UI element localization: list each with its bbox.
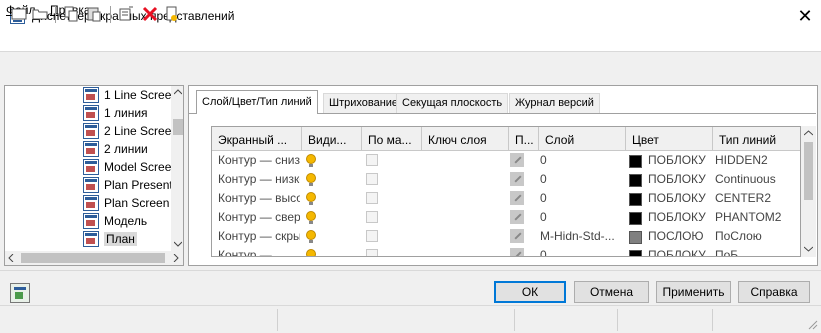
screen-view-icon <box>83 231 99 247</box>
screen-view-icon <box>83 213 99 229</box>
tab-hatching[interactable]: Штрихование <box>323 93 405 113</box>
checkbox[interactable] <box>366 211 378 223</box>
pen-icon[interactable] <box>510 191 524 205</box>
menu-bar <box>0 32 821 52</box>
column-header[interactable]: По ма... <box>362 127 422 151</box>
apply-button[interactable]: Применить <box>656 281 731 303</box>
pen-icon[interactable] <box>510 172 524 186</box>
column-header[interactable]: Слой <box>539 127 626 151</box>
tree-horizontal-scrollbar[interactable] <box>5 251 183 265</box>
cancel-button[interactable]: Отмена <box>574 281 649 303</box>
open-icon[interactable] <box>31 5 49 23</box>
tree-vertical-scrollbar[interactable] <box>171 86 183 251</box>
screen-view-icon[interactable] <box>10 283 30 303</box>
light-bulb-icon[interactable] <box>306 211 316 224</box>
scroll-down-icon[interactable] <box>174 241 182 247</box>
pen-icon[interactable] <box>510 229 524 243</box>
toolbar-separator <box>55 6 56 23</box>
light-bulb-icon[interactable] <box>306 249 316 256</box>
scroll-left-icon[interactable] <box>8 254 14 262</box>
light-bulb-icon[interactable] <box>306 173 316 186</box>
tree-item[interactable]: 2 Line Scree <box>5 122 171 140</box>
column-header[interactable]: П... <box>509 127 539 151</box>
pen-icon[interactable] <box>510 248 524 256</box>
tree-item[interactable]: Plan Present <box>5 176 173 194</box>
resize-grip-icon[interactable] <box>806 318 818 330</box>
screen-view-icon <box>83 87 99 103</box>
screen-view-icon <box>83 159 99 175</box>
scroll-down-icon[interactable] <box>804 246 813 252</box>
pen-icon[interactable] <box>510 210 524 224</box>
column-header[interactable]: Цвет <box>626 127 713 151</box>
grid-header: Экранный ... Види... По ма... Ключ слоя … <box>212 127 800 151</box>
help-button[interactable]: Справка <box>738 281 810 303</box>
import-icon[interactable] <box>117 5 135 23</box>
checkbox[interactable] <box>366 230 378 242</box>
toolbar <box>0 55 821 83</box>
tab-version-history[interactable]: Журнал версий <box>509 93 600 113</box>
table-row[interactable]: Контур — ... 0 ПОБЛОКУ ПоБ... <box>212 246 800 256</box>
status-bar <box>0 305 821 333</box>
close-icon[interactable]: ✕ <box>792 3 818 29</box>
checkbox[interactable] <box>366 249 378 256</box>
tree-item[interactable]: 2 линии <box>5 140 170 158</box>
view-tree[interactable]: 1 Line Scree 1 линия 2 Line Scree 2 лини… <box>4 85 184 266</box>
checkbox[interactable] <box>366 192 378 204</box>
tree-scroll-thumb[interactable] <box>173 119 183 135</box>
status-separator <box>617 309 618 331</box>
tree-item[interactable]: Plan Screen <box>5 194 170 212</box>
scroll-right-icon[interactable] <box>173 254 179 262</box>
color-swatch <box>629 155 642 168</box>
table-row[interactable]: Контур — высо 0 ПОБЛОКУ CENTER2 <box>212 189 800 208</box>
paste-icon[interactable] <box>85 5 103 23</box>
status-separator <box>277 309 278 331</box>
ok-button[interactable]: ОК <box>494 281 566 303</box>
copy-icon[interactable] <box>62 5 80 23</box>
screen-view-icon <box>83 195 99 211</box>
checkbox[interactable] <box>366 154 378 166</box>
scroll-up-icon[interactable] <box>804 130 813 136</box>
light-bulb-icon[interactable] <box>306 230 316 243</box>
color-swatch <box>629 212 642 225</box>
tree-hscroll-thumb[interactable] <box>21 253 165 263</box>
column-header[interactable]: Тип линий <box>713 127 800 151</box>
grid-vertical-scrollbar[interactable] <box>801 126 816 257</box>
tree-item[interactable]: Model Scree <box>5 158 171 176</box>
grid-scroll-thumb[interactable] <box>804 142 813 200</box>
checkbox[interactable] <box>366 173 378 185</box>
divider <box>0 270 821 271</box>
tree-item[interactable]: 1 Line Scree <box>5 86 171 104</box>
delete-icon[interactable] <box>141 5 159 23</box>
light-bulb-icon[interactable] <box>306 192 316 205</box>
layer-grid[interactable]: Экранный ... Види... По ма... Ключ слоя … <box>211 126 801 257</box>
light-bulb-icon[interactable] <box>306 154 316 167</box>
column-header[interactable]: Види... <box>302 127 362 151</box>
color-swatch <box>629 174 642 187</box>
properties-icon[interactable] <box>163 5 181 23</box>
color-swatch <box>629 250 642 256</box>
screen-view-icon <box>83 177 99 193</box>
table-row[interactable]: Контур — сверх 0 ПОБЛОКУ PHANTOM2 <box>212 208 800 227</box>
toolbar-separator <box>110 6 111 23</box>
color-swatch <box>629 231 642 244</box>
tree-item[interactable]: 1 линия <box>5 104 170 122</box>
tab-layer-color-linetype[interactable]: Слой/Цвет/Тип линий <box>196 90 318 114</box>
screen-view-icon <box>83 123 99 139</box>
screen-view-icon <box>83 141 99 157</box>
pen-icon[interactable] <box>510 153 524 167</box>
table-row[interactable]: Контур — скры M-Hidn-Std-... ПОСЛОЮ ПоСл… <box>212 227 800 246</box>
column-header[interactable]: Ключ слоя <box>422 127 509 151</box>
tab-section-plane[interactable]: Секущая плоскость <box>396 93 509 113</box>
screen-view-icon <box>83 105 99 121</box>
table-row[interactable]: Контур — снизу 0 ПОБЛОКУ HIDDEN2 <box>212 151 800 170</box>
table-row[interactable]: Контур — низко 0 ПОБЛОКУ Continuous <box>212 170 800 189</box>
column-header[interactable]: Экранный ... <box>212 127 302 151</box>
color-swatch <box>629 193 642 206</box>
tree-item-selected[interactable]: План <box>5 230 170 248</box>
status-separator <box>712 309 713 331</box>
tree-item[interactable]: Модель <box>5 212 170 230</box>
new-icon[interactable] <box>10 5 28 23</box>
scroll-up-icon[interactable] <box>174 89 182 95</box>
status-separator <box>514 309 515 331</box>
